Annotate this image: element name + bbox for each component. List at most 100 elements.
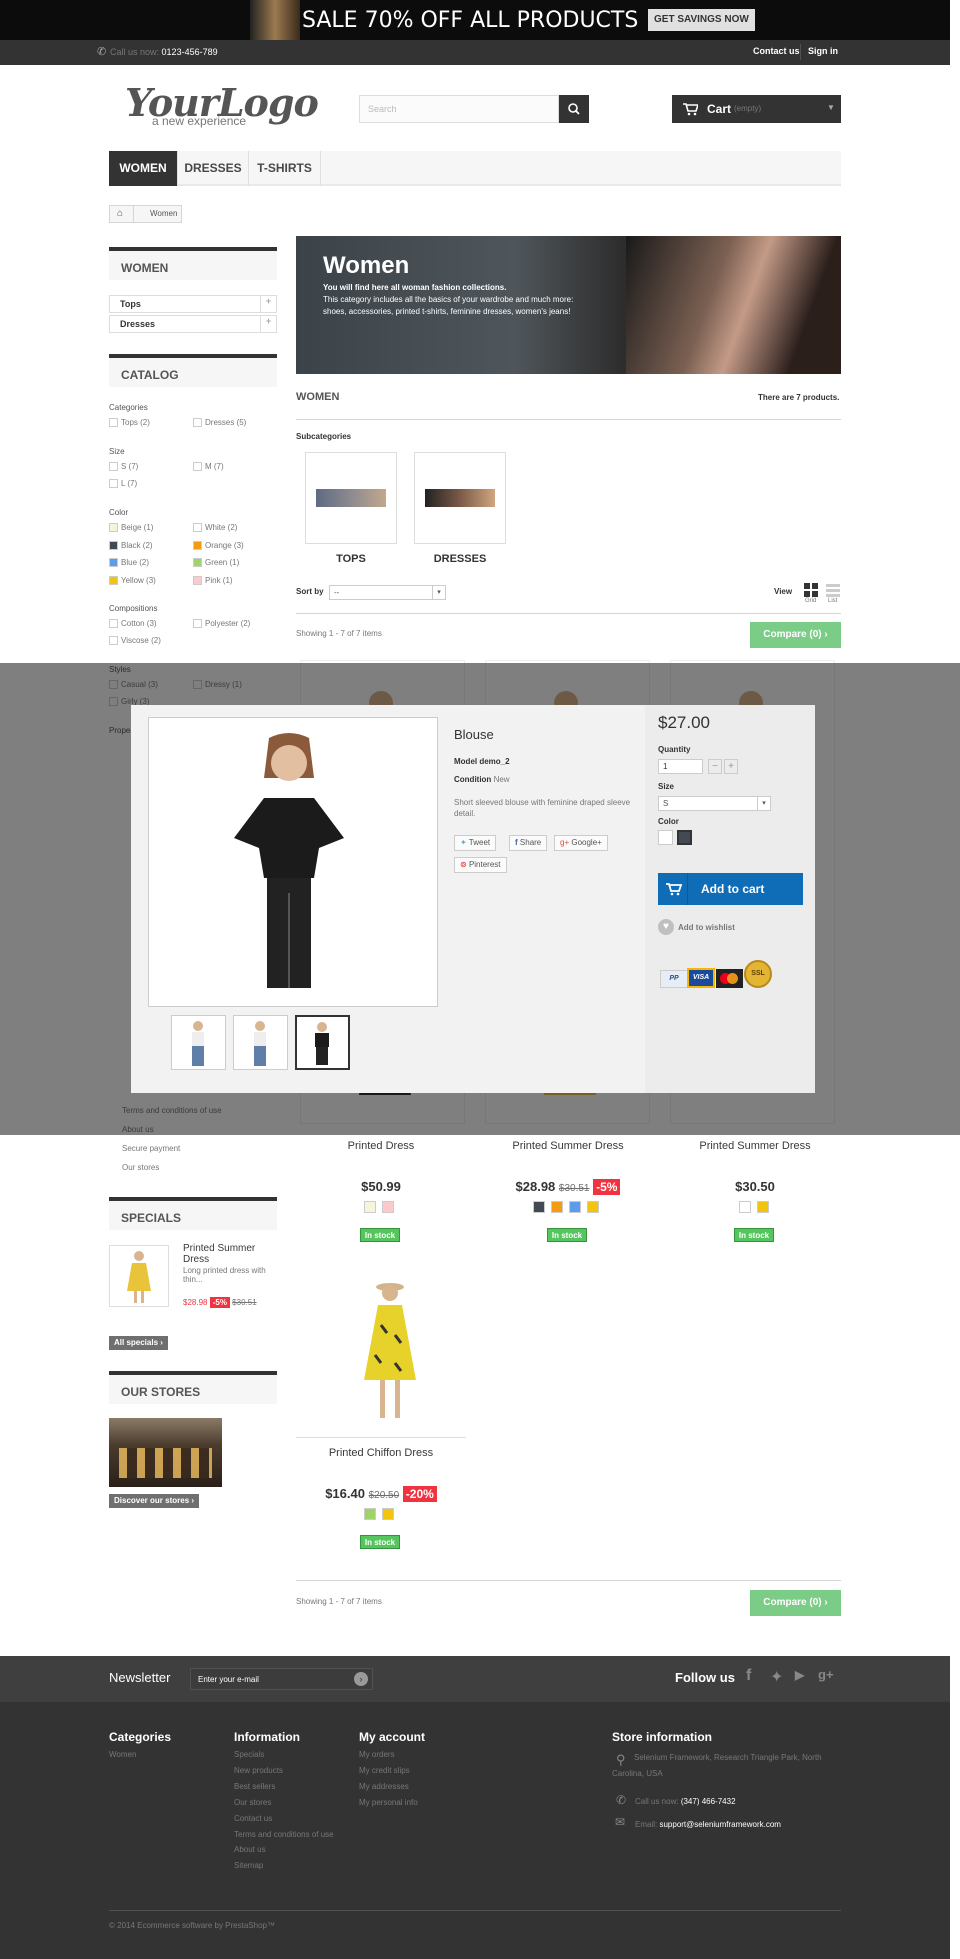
tweet-button[interactable]: ✦ Tweet xyxy=(454,835,497,851)
compare-button[interactable]: Compare (0) › xyxy=(750,1590,841,1616)
footer-link-terms[interactable]: Terms and conditions of use xyxy=(234,1827,334,1842)
cart-button[interactable]: Cart (empty) ▼ xyxy=(672,95,841,123)
heart-icon[interactable]: ♥ xyxy=(658,919,674,935)
newsletter-input[interactable]: Enter your e-mail › xyxy=(190,1668,373,1690)
filter-tops[interactable]: Tops (2) xyxy=(109,418,150,428)
discover-stores-button[interactable]: Discover our stores › xyxy=(109,1494,200,1508)
copyright[interactable]: © 2014 Ecommerce software by PrestaShop™ xyxy=(109,1918,275,1934)
special-name[interactable]: Printed Summer Dress xyxy=(183,1243,273,1265)
filter-viscose[interactable]: Viscose (2) xyxy=(109,636,161,646)
color-swatch[interactable] xyxy=(382,1508,394,1520)
catalog-title: CATALOG xyxy=(109,354,277,387)
arrow-right-icon[interactable]: › xyxy=(354,1672,368,1686)
footer-category-women[interactable]: Women xyxy=(109,1747,136,1763)
footer-link-orders[interactable]: My orders xyxy=(359,1747,418,1763)
filter-color-beige[interactable]: Beige (1) xyxy=(109,523,153,533)
product-name[interactable]: Printed Chiffon Dress xyxy=(296,1447,466,1459)
visa-icon: VISA xyxy=(687,968,715,988)
footer-link-best-sellers[interactable]: Best sellers xyxy=(234,1779,334,1795)
footer-link-about[interactable]: About us xyxy=(234,1842,334,1858)
product-thumbnail[interactable] xyxy=(233,1015,288,1070)
quantity-plus-button[interactable]: + xyxy=(724,759,738,774)
color-swatch[interactable] xyxy=(364,1508,376,1520)
color-swatch[interactable] xyxy=(364,1201,376,1213)
product-thumbnail-active[interactable] xyxy=(295,1015,350,1070)
all-specials-button[interactable]: All specials › xyxy=(109,1336,168,1350)
menu-dresses[interactable]: DRESSES xyxy=(178,151,249,186)
color-swatch[interactable] xyxy=(382,1201,394,1213)
color-swatch[interactable] xyxy=(739,1201,751,1213)
product-thumbnail[interactable] xyxy=(171,1015,226,1070)
filter-size-s[interactable]: S (7) xyxy=(109,462,138,472)
filter-color-black[interactable]: Black (2) xyxy=(109,541,153,551)
dress-image[interactable] xyxy=(345,1275,435,1430)
footer-link-addresses[interactable]: My addresses xyxy=(359,1779,418,1795)
footer-link-specials[interactable]: Specials xyxy=(234,1747,334,1763)
subcat-dresses-image[interactable] xyxy=(414,452,506,544)
filter-cotton[interactable]: Cotton (3) xyxy=(109,619,157,629)
color-option-black[interactable] xyxy=(677,830,692,845)
compare-button[interactable]: Compare (0) › xyxy=(750,622,841,648)
subcat-tops-label[interactable]: TOPS xyxy=(305,553,397,565)
search-input[interactable]: Search xyxy=(359,95,559,123)
menu-women[interactable]: WOMEN xyxy=(109,151,178,186)
sidebar-item-dresses[interactable]: Dresses + xyxy=(109,315,277,333)
twitter-icon[interactable]: ✦ xyxy=(770,1667,783,1687)
store-image[interactable] xyxy=(109,1418,222,1487)
search-button[interactable] xyxy=(559,95,589,123)
footer-link-personal-info[interactable]: My personal info xyxy=(359,1795,418,1811)
filter-size-l[interactable]: L (7) xyxy=(109,479,137,489)
youtube-icon[interactable]: ▶ xyxy=(795,1668,804,1682)
filter-color-yellow[interactable]: Yellow (3) xyxy=(109,576,156,586)
google-plus-button[interactable]: g+ Google+ xyxy=(554,835,608,851)
filter-polyester[interactable]: Polyester (2) xyxy=(193,619,250,629)
info-link-secure-payment[interactable]: Secure payment xyxy=(122,1144,180,1153)
sign-in-link[interactable]: Sign in xyxy=(808,46,838,56)
filter-color-green[interactable]: Green (1) xyxy=(193,558,239,568)
footer-link-sitemap[interactable]: Sitemap xyxy=(234,1858,334,1874)
facebook-share-button[interactable]: f Share xyxy=(509,835,548,851)
promo-banner[interactable]: SALE 70% OFF ALL PRODUCTS GET SAVINGS NO… xyxy=(0,0,950,40)
product-name[interactable]: Printed Summer Dress xyxy=(483,1140,653,1152)
product-main-image[interactable] xyxy=(148,717,438,1007)
filter-color-pink[interactable]: Pink (1) xyxy=(193,576,233,586)
color-swatch[interactable] xyxy=(533,1201,545,1213)
contact-us-link[interactable]: Contact us xyxy=(753,46,800,56)
footer-link-credit-slips[interactable]: My credit slips xyxy=(359,1763,418,1779)
footer-link-our-stores[interactable]: Our stores xyxy=(234,1795,334,1811)
product-name[interactable]: Printed Summer Dress xyxy=(670,1140,840,1152)
pinterest-button[interactable]: ⊚ Pinterest xyxy=(454,857,507,873)
size-select[interactable]: S ▾ xyxy=(658,796,771,811)
sidebar-item-tops[interactable]: Tops + xyxy=(109,295,277,313)
quantity-input[interactable]: 1 xyxy=(658,759,703,774)
color-swatch[interactable] xyxy=(569,1201,581,1213)
sort-select[interactable]: -- ▾ xyxy=(329,585,446,600)
get-savings-button[interactable]: GET SAVINGS NOW xyxy=(648,9,755,31)
menu-tshirts[interactable]: T-SHIRTS xyxy=(249,151,321,186)
quantity-minus-button[interactable]: − xyxy=(708,759,722,774)
expand-icon[interactable]: + xyxy=(260,316,276,332)
add-to-cart-button[interactable]: Add to cart xyxy=(658,873,803,905)
info-link-our-stores[interactable]: Our stores xyxy=(122,1163,159,1172)
filter-color-blue[interactable]: Blue (2) xyxy=(109,558,149,568)
filter-color-white[interactable]: White (2) xyxy=(193,523,237,533)
color-option-white[interactable] xyxy=(658,830,673,845)
subcat-tops-image[interactable] xyxy=(305,452,397,544)
add-to-wishlist-link[interactable]: Add to wishlist xyxy=(678,923,735,932)
home-icon[interactable]: ⌂ xyxy=(117,208,123,219)
filter-dresses[interactable]: Dresses (5) xyxy=(193,418,246,428)
filter-size-m[interactable]: M (7) xyxy=(193,462,224,472)
google-plus-icon[interactable]: g+ xyxy=(818,1667,834,1682)
color-swatch[interactable] xyxy=(757,1201,769,1213)
color-swatch[interactable] xyxy=(587,1201,599,1213)
product-name[interactable]: Printed Dress xyxy=(296,1140,466,1152)
footer-link-new-products[interactable]: New products xyxy=(234,1763,334,1779)
special-product-image[interactable] xyxy=(109,1245,169,1307)
footer-link-contact[interactable]: Contact us xyxy=(234,1811,334,1827)
expand-icon[interactable]: + xyxy=(260,296,276,312)
color-swatch[interactable] xyxy=(551,1201,563,1213)
filter-color-orange[interactable]: Orange (3) xyxy=(193,541,244,551)
email-link[interactable]: support@seleniumframework.com xyxy=(659,1820,781,1829)
facebook-icon[interactable]: f xyxy=(746,1667,751,1685)
subcat-dresses-label[interactable]: DRESSES xyxy=(414,553,506,565)
